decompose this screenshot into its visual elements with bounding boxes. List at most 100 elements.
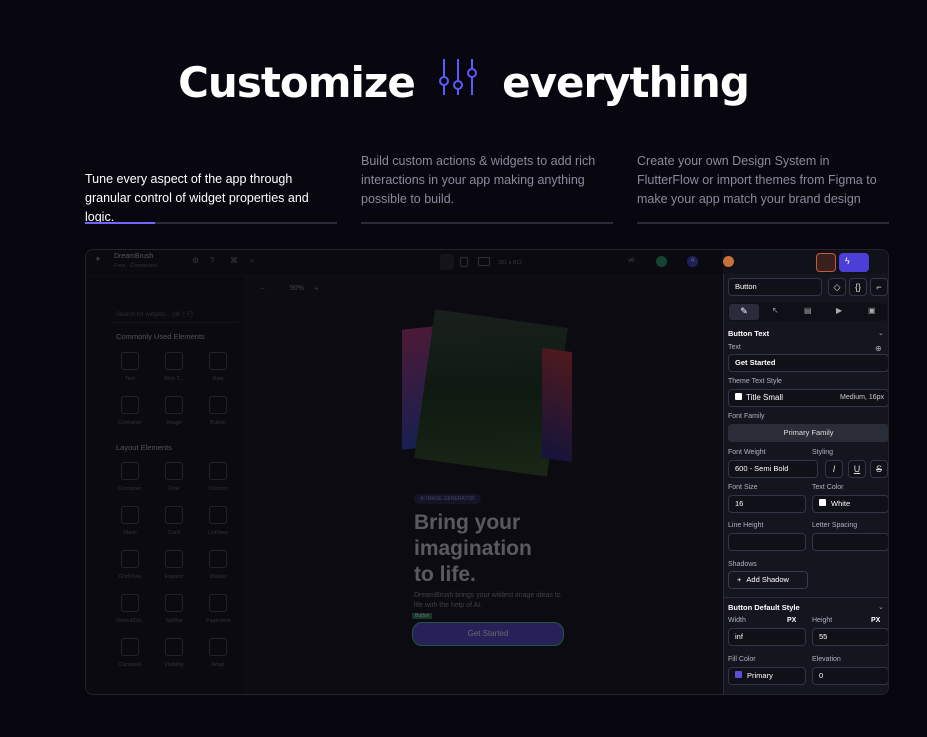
widget-search-input[interactable]: Search for widgets... (⌘ + F): [110, 309, 238, 323]
font-family-label: Font Family: [728, 413, 765, 420]
get-started-button[interactable]: Get Started: [412, 622, 564, 646]
tab-docs-icon[interactable]: ▣: [868, 306, 876, 315]
widget-icon: [121, 506, 139, 524]
width-unit[interactable]: PX: [787, 617, 796, 624]
device-desktop-icon[interactable]: [478, 257, 490, 266]
hero-image-right: [542, 347, 572, 463]
feature-text: Tune every aspect of the app through gra…: [85, 172, 309, 224]
width-label: Width: [728, 617, 746, 624]
tab-backend-icon[interactable]: ▤: [804, 306, 812, 315]
globe-icon[interactable]: ⊕: [875, 344, 882, 353]
height-unit[interactable]: PX: [871, 617, 880, 624]
preview-icon[interactable]: [816, 253, 836, 272]
widget-icon: [121, 638, 139, 656]
widget-tile[interactable]: Carousel: [110, 636, 150, 674]
text-value-field[interactable]: Get Started: [728, 354, 888, 372]
tab-animation-icon[interactable]: ▶: [836, 306, 842, 315]
user-avatar[interactable]: [723, 256, 734, 267]
widget-tile[interactable]: TabBar: [154, 592, 194, 630]
add-shadow-button[interactable]: + Add Shadow: [728, 571, 808, 589]
zoom-level[interactable]: 90%: [290, 285, 304, 292]
height-field[interactable]: 55: [812, 628, 888, 646]
widget-tile[interactable]: Button: [198, 394, 238, 432]
app-logo-icon: ✦: [94, 254, 102, 264]
chevron-down-icon[interactable]: ⌄: [878, 329, 884, 337]
button-text-section[interactable]: Button Text: [728, 329, 769, 338]
theme-text-style-select[interactable]: Title Small Medium, 16px: [728, 389, 888, 407]
zoom-out-icon[interactable]: −: [260, 284, 265, 293]
widget-name-field[interactable]: Button: [728, 278, 822, 296]
property-tabs: ✎ ↖ ▤ ▶ ▣: [728, 303, 887, 321]
run-button[interactable]: ϟ: [839, 253, 869, 272]
widget-icon: [209, 594, 227, 612]
widget-tile[interactable]: Card: [154, 504, 194, 542]
search-icon[interactable]: ⌕: [250, 256, 254, 266]
plus-icon: +: [737, 575, 742, 584]
widget-tile[interactable]: Image: [154, 394, 194, 432]
device-phone-icon[interactable]: [440, 254, 454, 270]
widget-tile[interactable]: Row: [154, 460, 194, 498]
elevation-field[interactable]: 0: [812, 667, 888, 685]
code-icon[interactable]: {}: [849, 278, 867, 296]
tab-properties-icon[interactable]: ✎: [729, 304, 759, 320]
widget-tile[interactable]: PageView: [198, 592, 238, 630]
settings-icon[interactable]: ⚙: [192, 256, 199, 265]
widget-tile[interactable]: VerticalDiv..: [110, 592, 150, 630]
project-name[interactable]: DreamBrush: [114, 253, 153, 260]
paint-icon[interactable]: ⌐: [870, 278, 888, 296]
widget-icon: [209, 352, 227, 370]
diamond-icon[interactable]: ◇: [828, 278, 846, 296]
selection-tag: Button: [412, 613, 433, 619]
widget-label: Carousel: [118, 662, 141, 668]
widget-tile[interactable]: Rich T...: [154, 350, 194, 388]
underline-icon[interactable]: U: [848, 460, 866, 478]
widget-icon: [165, 550, 183, 568]
widget-tile[interactable]: Column: [198, 460, 238, 498]
widget-tile[interactable]: GridView: [110, 548, 150, 586]
chevron-down-icon[interactable]: ⌄: [878, 603, 884, 611]
zoom-in-icon[interactable]: +: [314, 284, 319, 293]
tab-actions-icon[interactable]: ↖: [772, 306, 779, 315]
editor-window: ✦ DreamBrush Free · Connected ⚙ ? ⌘ ⌕ 39…: [85, 249, 889, 695]
font-size-field[interactable]: 16: [728, 495, 806, 513]
widget-tile[interactable]: Container: [110, 460, 150, 498]
font-family-button[interactable]: Primary Family: [728, 424, 888, 442]
feature-tab-actions[interactable]: Build custom actions & widgets to add ri…: [361, 152, 613, 209]
fill-color-field[interactable]: Primary: [728, 667, 806, 685]
line-height-field[interactable]: [728, 533, 806, 551]
widget-tile[interactable]: Expand: [154, 548, 194, 586]
widget-tile[interactable]: Wrap: [198, 636, 238, 674]
widget-tile[interactable]: Divider: [198, 548, 238, 586]
italic-icon[interactable]: I: [825, 460, 843, 478]
widget-tile[interactable]: Row: [198, 350, 238, 388]
collaborator-badge[interactable]: 4: [687, 256, 698, 267]
command-icon[interactable]: ⌘: [230, 256, 238, 265]
widget-label: PageView: [205, 618, 231, 624]
common-elements-header[interactable]: Commonly Used Elements: [116, 332, 205, 341]
widget-tile[interactable]: ListView: [198, 504, 238, 542]
feature-tab-properties[interactable]: Tune every aspect of the app through gra…: [85, 170, 337, 227]
version-select[interactable]: v6: [628, 258, 634, 264]
widget-tile[interactable]: Container: [110, 394, 150, 432]
help-icon[interactable]: ?: [210, 256, 214, 265]
widget-tile[interactable]: Text: [110, 350, 150, 388]
device-tablet-icon[interactable]: [460, 257, 468, 267]
widget-icon: [121, 594, 139, 612]
ai-badge: AI IMAGE GENERATOR: [414, 494, 481, 504]
feature-tab-design-system[interactable]: Create your own Design System in Flutter…: [637, 152, 889, 209]
hero-title-left: Customize: [178, 58, 416, 107]
design-canvas[interactable]: − 90% + AI IMAGE GENERATOR Bring your ima…: [246, 276, 722, 694]
width-field[interactable]: inf: [728, 628, 806, 646]
layout-elements-header[interactable]: Layout Elements: [116, 443, 172, 452]
color-swatch: [735, 671, 742, 678]
strikethrough-icon[interactable]: S: [870, 460, 888, 478]
letter-spacing-label: Letter Spacing: [812, 522, 858, 529]
button-default-style-section[interactable]: Button Default Style: [728, 603, 800, 612]
font-weight-select[interactable]: 600 - Semi Bold: [728, 460, 818, 478]
widget-tile[interactable]: Visibility: [154, 636, 194, 674]
text-color-field[interactable]: White: [812, 495, 888, 513]
widget-label: VerticalDiv..: [115, 618, 145, 624]
widget-label: ListView: [207, 530, 229, 536]
widget-tile[interactable]: Stack: [110, 504, 150, 542]
letter-spacing-field[interactable]: [812, 533, 888, 551]
